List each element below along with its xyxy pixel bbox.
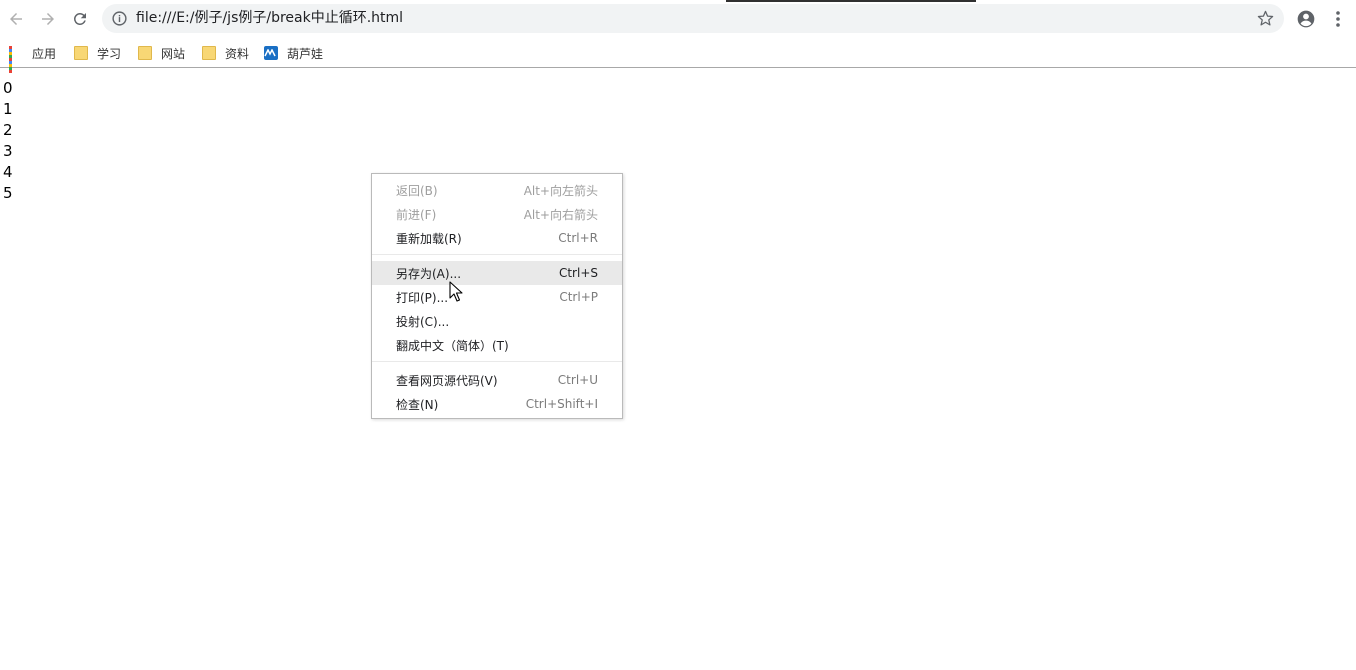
menu-item-print[interactable]: 打印(P)... Ctrl+P: [372, 285, 622, 309]
bookmark-label: 应用: [32, 46, 57, 61]
output-line: 1: [3, 100, 13, 118]
menu-item-shortcut: Alt+向左箭头: [523, 183, 598, 198]
site-logo-icon: [264, 46, 278, 60]
back-button[interactable]: [3, 6, 29, 32]
apps-grid-icon: [9, 46, 23, 73]
info-icon[interactable]: [111, 10, 128, 27]
bookmark-label: 学习: [97, 46, 122, 61]
menu-item-shortcut: Ctrl+S: [558, 266, 598, 280]
menu-item-shortcut: Ctrl+P: [559, 290, 598, 304]
bookmark-label: 葫芦娃: [287, 46, 324, 61]
menu-item-label: 前进(F): [396, 207, 437, 222]
bookmark-label: 资料: [225, 46, 250, 61]
menu-item-cast[interactable]: 投射(C)...: [372, 309, 622, 333]
menu-item-inspect[interactable]: 检查(N) Ctrl+Shift+I: [372, 392, 622, 416]
menu-item-back[interactable]: 返回(B) Alt+向左箭头: [372, 178, 622, 202]
menu-item-label: 另存为(A)...: [396, 266, 462, 281]
bookmark-folder-study[interactable]: 学习: [74, 43, 121, 63]
forward-button[interactable]: [35, 6, 61, 32]
menu-item-shortcut: Ctrl+R: [558, 231, 598, 245]
menu-item-label: 打印(P)...: [396, 290, 449, 305]
menu-item-label: 返回(B): [396, 183, 438, 198]
browser-toolbar: file:///E:/例子/js例子/break中止循环.html: [0, 0, 1356, 37]
output-line: 2: [3, 121, 13, 139]
menu-separator: [372, 254, 622, 255]
bookmark-apps[interactable]: 应用: [9, 43, 57, 73]
menu-item-shortcut: Ctrl+U: [557, 373, 598, 387]
account-circle-icon[interactable]: [1296, 9, 1316, 29]
menu-item-label: 检查(N): [396, 397, 439, 412]
bookmarks-bar: 应用 学习 网站 资料 葫芦娃: [0, 37, 1356, 73]
page-content: 0 1 2 3 4 5: [0, 69, 1356, 670]
menu-item-save-as[interactable]: 另存为(A)... Ctrl+S: [372, 261, 622, 285]
folder-icon: [202, 46, 216, 60]
bookmark-huluwa[interactable]: 葫芦娃: [264, 43, 323, 63]
output-line: 4: [3, 163, 13, 181]
address-bar[interactable]: file:///E:/例子/js例子/break中止循环.html: [102, 4, 1284, 33]
mouse-cursor-icon: [449, 281, 463, 302]
kebab-menu-icon[interactable]: [1331, 9, 1345, 29]
context-menu: 返回(B) Alt+向左箭头 前进(F) Alt+向右箭头 重新加载(R) Ct…: [371, 173, 623, 419]
menu-item-label: 重新加载(R): [396, 231, 462, 246]
arrow-left-icon: [10, 13, 22, 25]
menu-item-reload[interactable]: 重新加载(R) Ctrl+R: [372, 226, 622, 250]
arrow-right-icon: [42, 13, 54, 25]
output-lines: 0 1 2 3 4 5: [3, 78, 13, 204]
output-line: 3: [3, 142, 13, 160]
menu-item-forward[interactable]: 前进(F) Alt+向右箭头: [372, 202, 622, 226]
folder-icon: [74, 46, 88, 60]
menu-item-label: 查看网页源代码(V): [396, 373, 498, 388]
folder-icon: [138, 46, 152, 60]
url-text[interactable]: file:///E:/例子/js例子/break中止循环.html: [136, 10, 403, 27]
menu-item-label: 翻成中文（简体）(T): [396, 338, 509, 353]
output-line: 5: [3, 184, 13, 202]
reload-button[interactable]: [67, 6, 93, 32]
menu-item-shortcut: Alt+向右箭头: [523, 207, 598, 222]
menu-item-translate[interactable]: 翻成中文（简体）(T): [372, 333, 622, 357]
star-icon[interactable]: [1257, 10, 1274, 27]
menu-separator: [372, 361, 622, 362]
bookmark-folder-materials[interactable]: 资料: [202, 43, 249, 63]
menu-item-shortcut: Ctrl+Shift+I: [525, 397, 598, 411]
menu-item-view-source[interactable]: 查看网页源代码(V) Ctrl+U: [372, 368, 622, 392]
bookmark-label: 网站: [161, 46, 186, 61]
output-line: 0: [3, 79, 13, 97]
reload-icon: [73, 12, 86, 25]
menu-item-label: 投射(C)...: [396, 314, 450, 329]
window-top-strip: [726, 0, 976, 2]
bookmark-folder-sites[interactable]: 网站: [138, 43, 185, 63]
